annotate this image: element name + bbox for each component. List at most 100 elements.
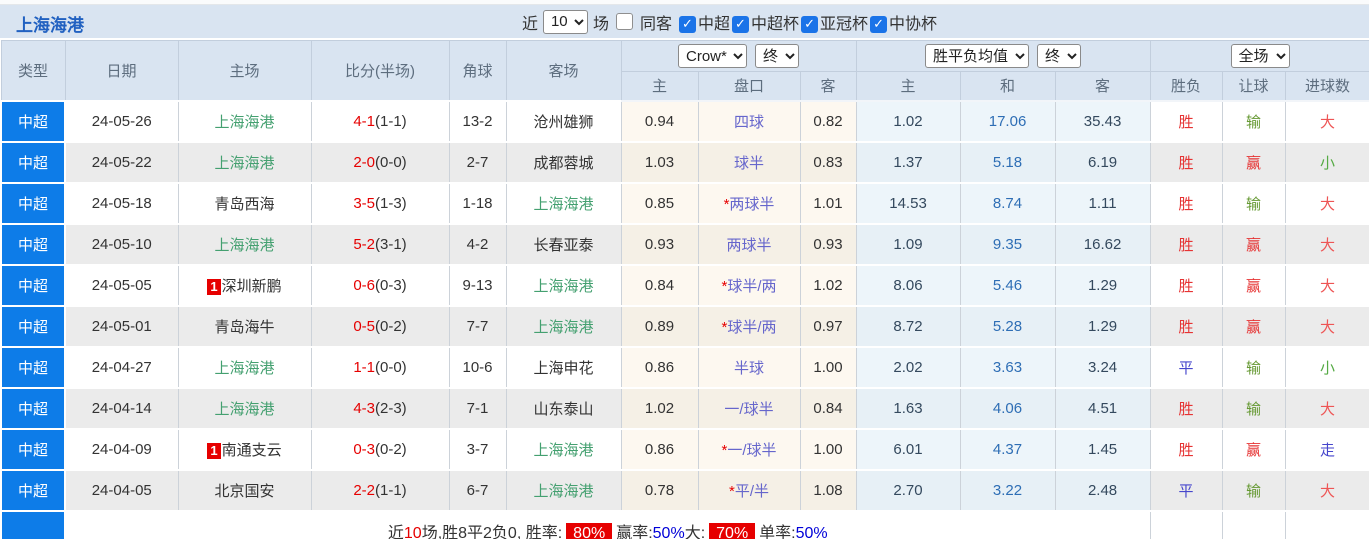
avg-home-cell: 1.37 (855, 140, 961, 183)
league-checkbox-1[interactable]: ✓ (732, 15, 749, 33)
avg-draw-cell: 17.06 (959, 99, 1056, 142)
avg-home-cell: 8.72 (855, 304, 961, 347)
summary-segment-6: 大: (684, 525, 706, 539)
away-team-name[interactable]: 沧州雄狮 (533, 114, 593, 131)
away-team-name[interactable]: 上海海港 (533, 196, 593, 213)
table-header: 类型 日期 主场 比分(半场) 角球 客场 Crow* 终 胜平负均值 终 全场 (0, 40, 1369, 102)
result-cell: 胜 (1149, 181, 1223, 224)
away-team-cell: 上海海港 (505, 427, 622, 470)
summary-segment-8: 单率: (759, 525, 796, 539)
handicap-result-cell: 输 (1221, 468, 1286, 511)
goals-cell: 大 (1284, 181, 1369, 224)
away-team-name[interactable]: 上海海港 (533, 442, 593, 459)
league-cell: 中超 (0, 99, 66, 143)
goals-cell: 大 (1284, 304, 1369, 347)
home-team-name[interactable]: 上海海港 (214, 360, 274, 377)
home-team-name[interactable]: 青岛海牛 (214, 319, 274, 336)
date-cell: 24-04-27 (64, 345, 179, 388)
half-score: (1-1) (375, 112, 407, 130)
home-team-name[interactable]: 青岛西海 (214, 196, 274, 213)
odds-home-cell: 0.85 (620, 181, 699, 224)
home-team-name[interactable]: 北京国安 (214, 483, 274, 500)
score-cell: 2-0(0-0) (310, 140, 450, 183)
avg-draw-cell: 4.06 (959, 386, 1056, 429)
handicap-result-cell: 赢 (1221, 304, 1286, 347)
away-team-cell: 长春亚泰 (505, 222, 622, 265)
handicap-text: 平/半 (734, 482, 769, 500)
same-away-checkbox[interactable] (615, 13, 633, 30)
date-cell: 24-05-05 (64, 263, 179, 306)
goals-cell: 走 (1284, 427, 1369, 470)
avg-home-cell: 2.02 (855, 345, 961, 388)
corner-cell: 1-18 (448, 181, 507, 224)
avg-home-cell: 1.02 (855, 99, 961, 142)
home-team-name[interactable]: 上海海港 (214, 237, 274, 254)
col-score: 比分(半场) (310, 40, 450, 101)
handicap-cell: 两球半 (697, 222, 801, 265)
score-cell: 0-6(0-3) (310, 263, 450, 306)
league-checkbox-2[interactable]: ✓ (801, 15, 819, 33)
summary-empty-cell (1149, 509, 1223, 539)
home-team-name[interactable]: 上海海港 (214, 155, 274, 172)
table-row: 中超 24-04-05 北京国安 2-2(1-1) 6-7 上海海港 0.78 *平/半 1.0… (0, 468, 1369, 512)
odds-away-cell: 0.93 (799, 222, 857, 265)
away-team-name[interactable]: 上海申花 (533, 360, 593, 377)
summary-segment-1: 10 (403, 525, 422, 539)
avg-away-cell: 35.43 (1054, 99, 1151, 142)
home-team-name[interactable]: 上海海港 (214, 401, 274, 418)
away-team-name[interactable]: 成都蓉城 (533, 155, 593, 172)
home-team-cell: 上海海港 (177, 99, 312, 142)
avg-time-select[interactable]: 终 (1037, 44, 1082, 68)
odds-away-cell: 0.84 (799, 386, 857, 429)
summary-empty-cell (1284, 509, 1369, 539)
col-result: 胜负 (1149, 71, 1223, 102)
home-team-name[interactable]: 上海海港 (214, 114, 274, 131)
half-score: (1-3) (375, 194, 407, 212)
corner-cell: 2-7 (448, 140, 507, 183)
home-team-name[interactable]: 深圳新鹏 (222, 278, 282, 295)
recent-count-select[interactable]: 10 (542, 9, 588, 34)
away-team-name[interactable]: 上海海港 (533, 319, 593, 336)
home-team-cell: 上海海港 (177, 345, 312, 388)
league-checkbox-3[interactable]: ✓ (870, 15, 888, 33)
league-cell: 中超 (0, 263, 66, 307)
handicap-result-cell: 赢 (1221, 222, 1286, 265)
league-label-2: 亚冠杯 (820, 15, 869, 33)
avg-home-cell: 14.53 (855, 181, 961, 224)
league-cell: 中超 (0, 304, 66, 348)
away-team-name[interactable]: 上海海港 (533, 483, 593, 500)
date-cell: 24-05-22 (64, 140, 179, 183)
away-team-name[interactable]: 长春亚泰 (533, 237, 593, 254)
corner-cell: 4-2 (448, 222, 507, 265)
odds-source-select[interactable]: Crow* (678, 44, 748, 68)
home-team-cell: 青岛海牛 (177, 304, 312, 347)
top-bar: 上海海港 近 10 场 同客 ✓ 中超 ✓ 中超杯 ✓ 亚冠杯 ✓ 中协杯 (0, 5, 1369, 38)
avg-source-select[interactable]: 胜平负均值 (925, 44, 1030, 68)
summary-segment-7: 70% (709, 523, 756, 539)
home-team-cell: 上海海港 (177, 140, 312, 183)
table-row: 中超 24-05-26 上海海港 4-1(1-1) 13-2 沧州雄狮 0.94 四球 0.82… (0, 99, 1369, 143)
home-team-name[interactable]: 南通支云 (222, 442, 282, 459)
corner-cell: 7-7 (448, 304, 507, 347)
period-select[interactable]: 全场 (1230, 44, 1290, 68)
avg-away-cell: 2.48 (1054, 468, 1151, 511)
odds-time-select[interactable]: 终 (755, 44, 800, 68)
handicap-text: 一/球半 (727, 441, 777, 459)
half-score: (3-1) (375, 235, 407, 253)
handicap-result-cell: 输 (1221, 345, 1286, 388)
odds-home-cell: 0.86 (620, 345, 699, 388)
odds-away-cell: 1.00 (799, 427, 857, 470)
avg-draw-cell: 4.37 (959, 427, 1056, 470)
handicap-text: 两球半 (729, 195, 775, 213)
odds-away-cell: 0.97 (799, 304, 857, 347)
avg-group-header: 胜平负均值 终 (855, 40, 1151, 72)
half-score: (2-3) (375, 399, 407, 417)
full-score: 0-5 (353, 317, 375, 335)
league-checkbox-0[interactable]: ✓ (678, 15, 696, 33)
away-team-name[interactable]: 山东泰山 (533, 401, 593, 418)
away-team-cell: 上海海港 (505, 263, 622, 306)
away-team-name[interactable]: 上海海港 (533, 278, 593, 295)
home-team-cell: 1 深圳新鹏 (177, 263, 312, 306)
league-cell: 中超 (0, 468, 66, 512)
odds-group-header: Crow* 终 (620, 40, 857, 72)
